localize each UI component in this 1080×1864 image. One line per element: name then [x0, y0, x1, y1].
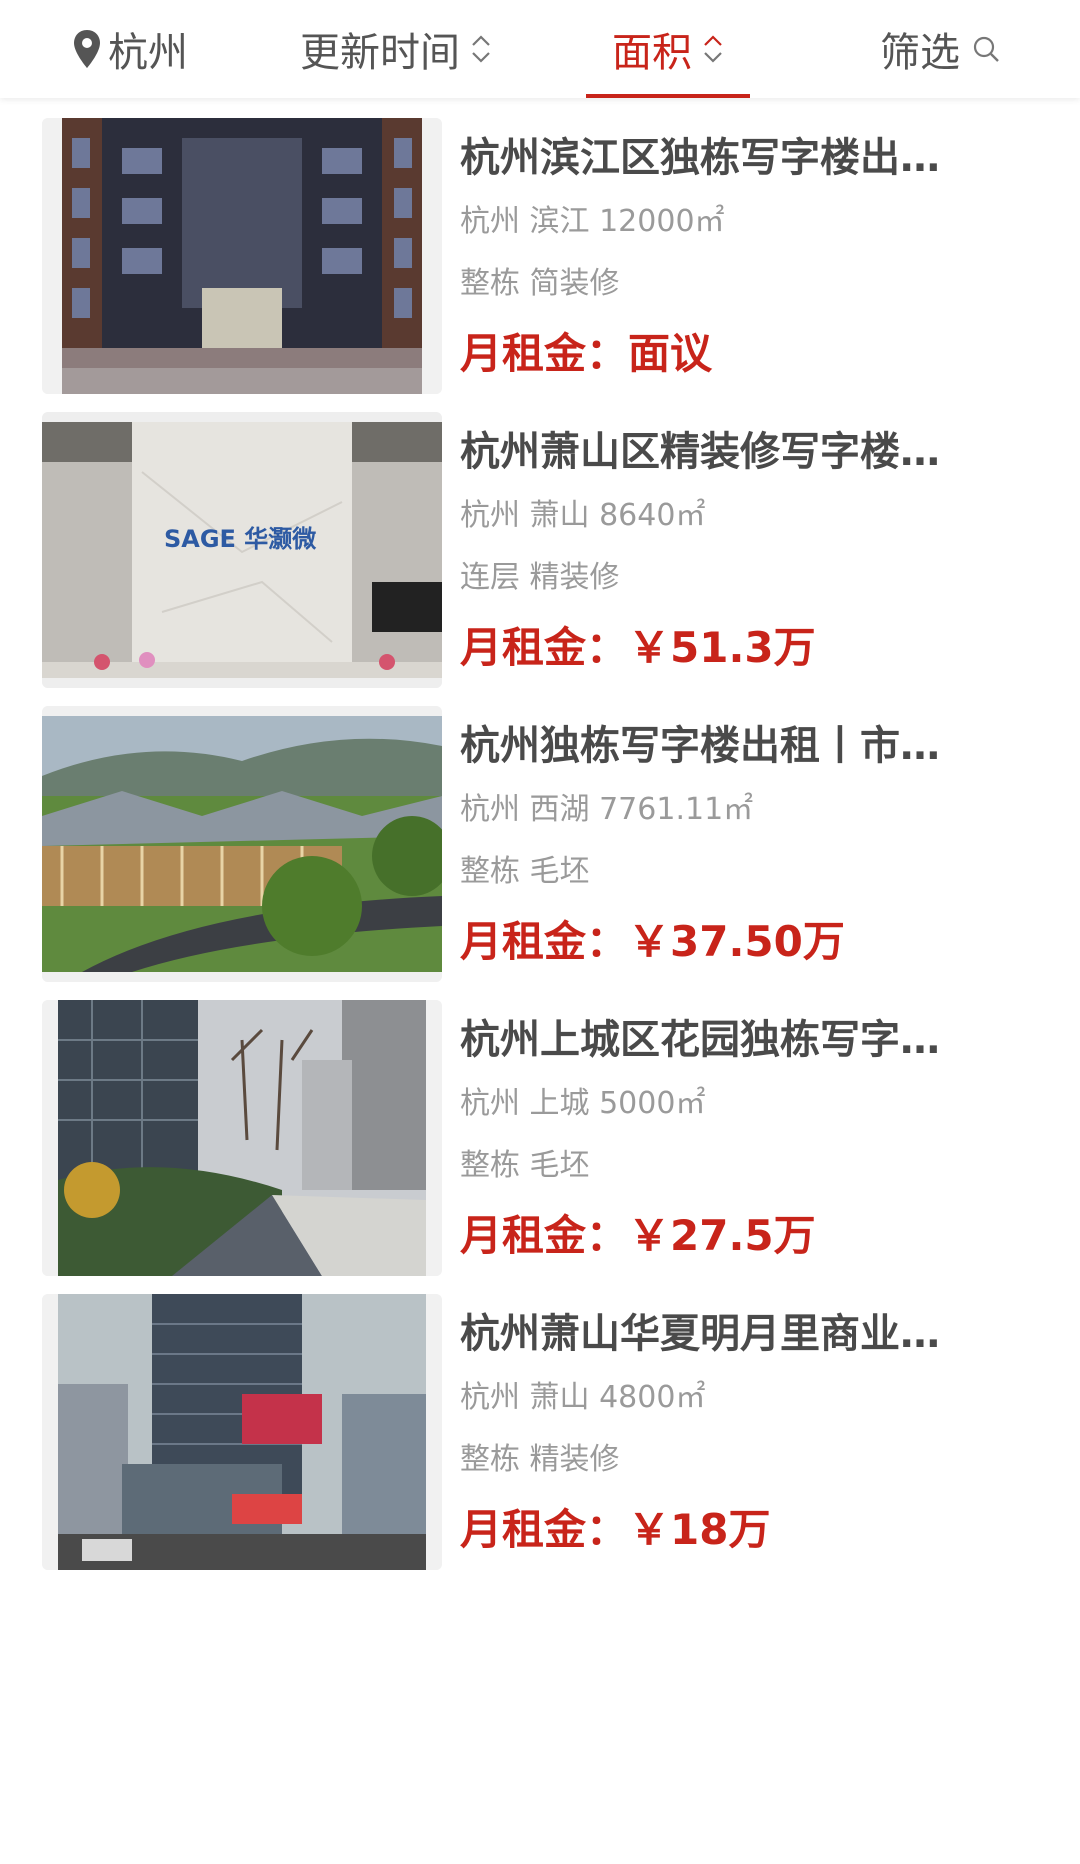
listing-city: 杭州	[460, 204, 520, 239]
listing-meta: 杭州 萧山 4800㎡	[460, 1376, 1020, 1420]
price-value: ￥37.50万	[628, 917, 845, 966]
listing-title: 杭州萧山华夏明月里商业…	[460, 1311, 940, 1357]
filter-button[interactable]: 筛选	[880, 0, 1000, 98]
price-label: 月租金：	[460, 623, 629, 672]
price-label: 月租金：	[460, 917, 629, 966]
price-value: ￥18万	[628, 1505, 771, 1554]
listing-city: 杭州	[460, 792, 520, 827]
listing-city: 杭州	[460, 1380, 520, 1415]
listing-info: 杭州滨江区独栋写字楼出… 杭州 滨江 12000㎡ 整栋 简装修 月租金：面议	[460, 118, 1020, 382]
city-selector[interactable]: 杭州	[72, 0, 188, 98]
listing-info: 杭州独栋写字楼出租丨市… 杭州 西湖 7761.11㎡ 整栋 毛坯 月租金：￥3…	[460, 706, 1020, 970]
sort-update-time[interactable]: 更新时间	[300, 0, 492, 98]
listing-area: 5000㎡	[599, 1086, 706, 1121]
listing-city: 杭州	[460, 498, 520, 533]
sort-area-label: 面积	[612, 30, 692, 76]
listing-area: 4800㎡	[599, 1380, 706, 1415]
listing-district: 滨江	[529, 204, 590, 239]
listing-price: 月租金：￥18万	[460, 1502, 1020, 1558]
listing-area: 7761.11㎡	[599, 792, 754, 827]
listing-tags: 连层 精装修	[460, 560, 620, 595]
price-label: 月租金：	[460, 329, 629, 378]
listing-info: 杭州萧山华夏明月里商业… 杭州 萧山 4800㎡ 整栋 精装修 月租金：￥18万	[460, 1294, 1020, 1558]
listing-title: 杭州萧山区精装修写字楼…	[460, 429, 940, 475]
price-value: 面议	[628, 329, 713, 378]
listing-meta: 杭州 西湖 7761.11㎡	[460, 788, 1020, 832]
listing-photo	[42, 118, 442, 394]
price-label: 月租金：	[460, 1505, 629, 1554]
active-tab-underline	[586, 94, 750, 98]
sort-arrows-icon	[702, 32, 724, 66]
listing-photo	[42, 1294, 442, 1570]
city-label: 杭州	[108, 30, 188, 76]
sort-update-time-label: 更新时间	[300, 30, 460, 76]
listing-title: 杭州独栋写字楼出租丨市…	[460, 723, 940, 769]
listing-district: 上城	[529, 1086, 590, 1121]
price-label: 月租金：	[460, 1211, 629, 1260]
listing-info: 杭州萧山区精装修写字楼… 杭州 萧山 8640㎡ 连层 精装修 月租金：￥51.…	[460, 412, 1020, 676]
listing-tags: 整栋 精装修	[460, 1442, 620, 1477]
listing-price: 月租金：面议	[460, 326, 1020, 382]
listing-area: 12000㎡	[599, 204, 725, 239]
listing-info: 杭州上城区花园独栋写字… 杭州 上城 5000㎡ 整栋 毛坯 月租金：￥27.5…	[460, 1000, 1020, 1264]
sign-text: SAGE 华灏微	[164, 525, 316, 553]
listing-area: 8640㎡	[599, 498, 706, 533]
listing-photo: SAGE 华灏微	[42, 412, 442, 688]
listing-card[interactable]: SAGE 华灏微 杭州萧山区精装修写字楼… 杭州 萧山 8640㎡ 连层 精装修…	[0, 392, 1080, 688]
listing-district: 萧山	[529, 498, 590, 533]
listing-photo	[42, 1000, 442, 1276]
listing-photo	[42, 706, 442, 982]
listing-price: 月租金：￥37.50万	[460, 914, 1020, 970]
listing-meta: 杭州 滨江 12000㎡	[460, 200, 1020, 244]
listing-title: 杭州滨江区独栋写字楼出…	[460, 135, 940, 181]
listing-card[interactable]: 杭州萧山华夏明月里商业… 杭州 萧山 4800㎡ 整栋 精装修 月租金：￥18万	[0, 1274, 1080, 1570]
listing-price: 月租金：￥27.5万	[460, 1208, 1020, 1264]
price-value: ￥51.3万	[628, 623, 816, 672]
listing-card[interactable]: 杭州独栋写字楼出租丨市… 杭州 西湖 7761.11㎡ 整栋 毛坯 月租金：￥3…	[0, 686, 1080, 982]
listing-tags: 整栋 毛坯	[460, 854, 590, 889]
search-icon	[972, 35, 1000, 63]
listing-title: 杭州上城区花园独栋写字…	[460, 1017, 940, 1063]
listing-meta: 杭州 上城 5000㎡	[460, 1082, 1020, 1126]
listing-tags: 整栋 简装修	[460, 266, 620, 301]
listing-card[interactable]: 杭州滨江区独栋写字楼出… 杭州 滨江 12000㎡ 整栋 简装修 月租金：面议	[0, 98, 1080, 394]
listing-city: 杭州	[460, 1086, 520, 1121]
listing-tags: 整栋 毛坯	[460, 1148, 590, 1183]
sort-arrows-icon	[470, 32, 492, 66]
listing-district: 西湖	[529, 792, 590, 827]
filter-label: 筛选	[880, 30, 960, 76]
listing-card[interactable]: 杭州上城区花园独栋写字… 杭州 上城 5000㎡ 整栋 毛坯 月租金：￥27.5…	[0, 980, 1080, 1276]
filter-bar: 杭州 更新时间 面积 筛选	[0, 0, 1080, 98]
price-value: ￥27.5万	[628, 1211, 816, 1260]
listing-district: 萧山	[529, 1380, 590, 1415]
sort-area[interactable]: 面积	[586, 0, 750, 98]
listing-meta: 杭州 萧山 8640㎡	[460, 494, 1020, 538]
listing-price: 月租金：￥51.3万	[460, 620, 1020, 676]
location-pin-icon	[72, 29, 102, 69]
